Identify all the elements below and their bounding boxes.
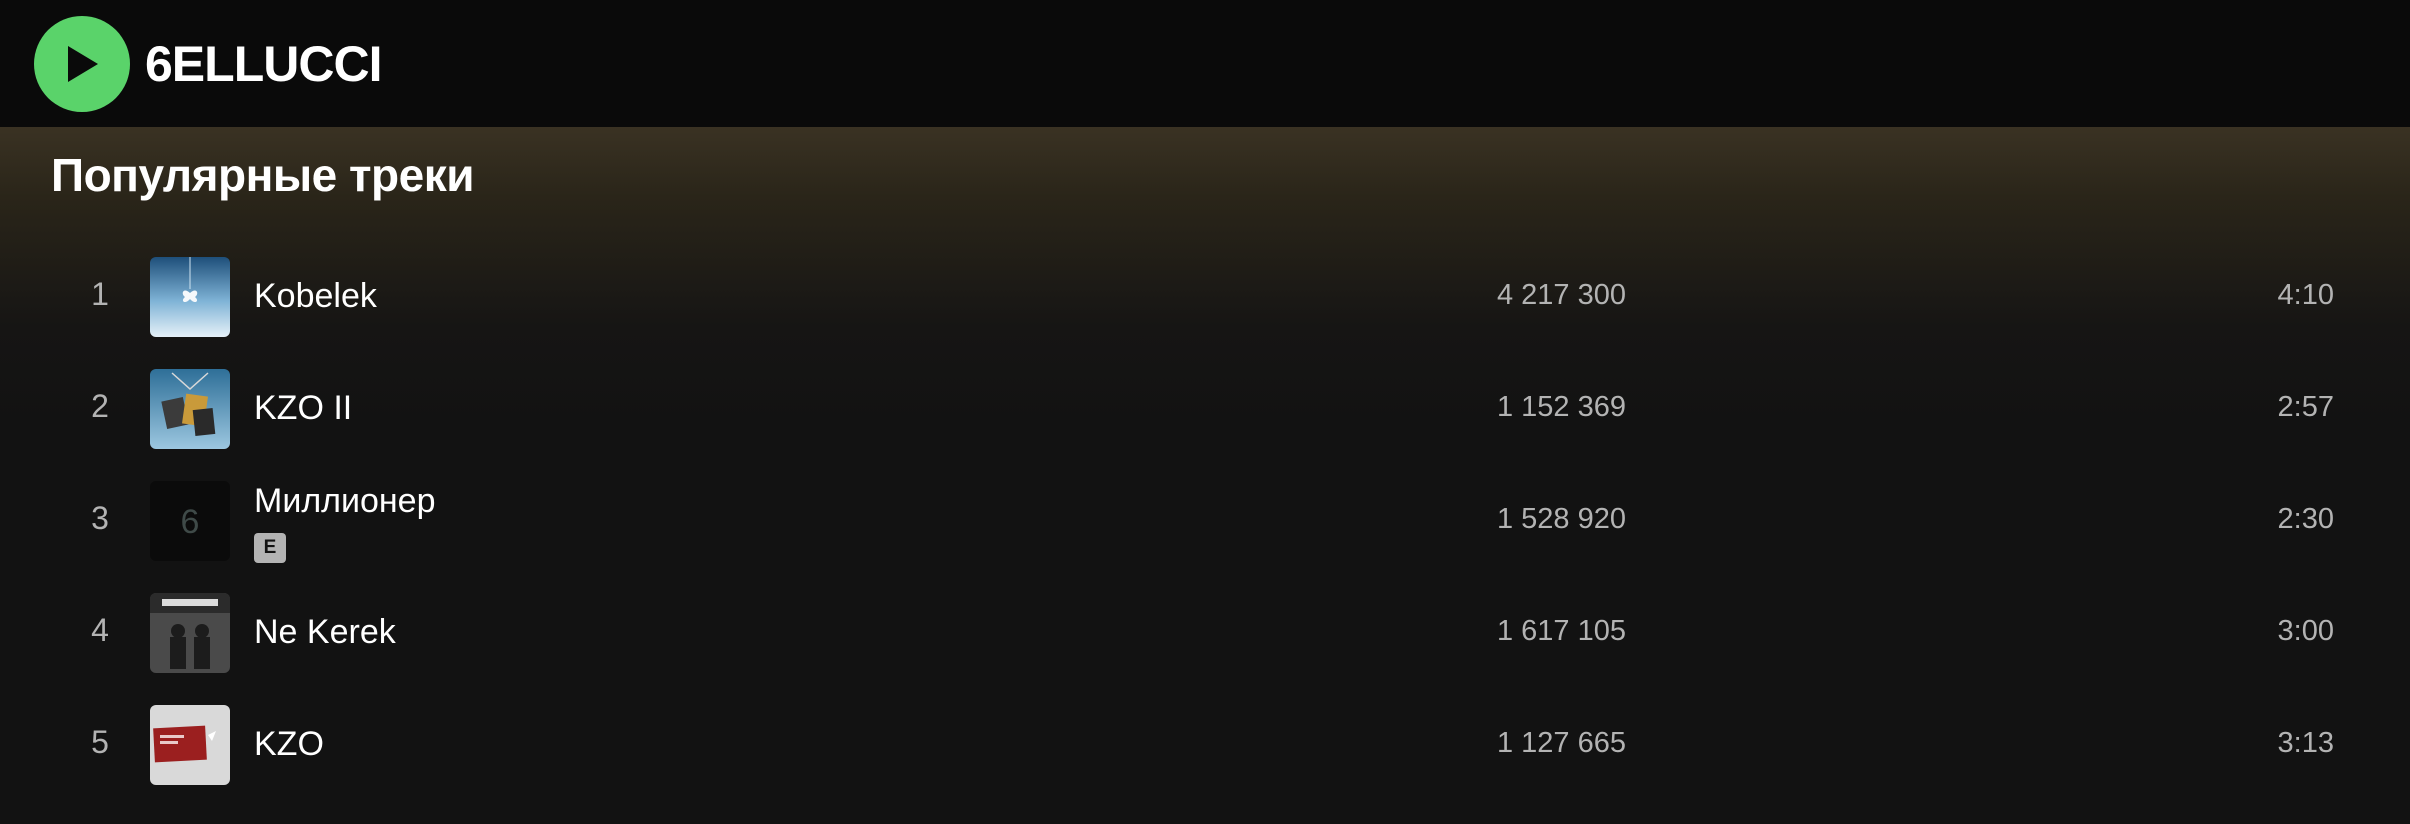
- track-duration: 3:13: [2277, 727, 2334, 759]
- track-title: KZO II: [254, 389, 353, 427]
- track-cover: [150, 257, 230, 337]
- track-duration: 2:57: [2277, 391, 2334, 423]
- artist-name: 6ELLUCCI: [145, 36, 382, 92]
- play-button[interactable]: [34, 16, 130, 112]
- track-plays: 1 528 920: [1496, 503, 1626, 535]
- track-duration: 3:00: [2277, 615, 2334, 647]
- track-plays: 4 217 300: [1496, 279, 1626, 311]
- explicit-badge: E: [254, 533, 286, 563]
- track-plays: 1 152 369: [1496, 391, 1626, 423]
- track-number: 1: [91, 276, 109, 312]
- track-cover: [150, 593, 230, 673]
- track-title: Миллионер: [254, 482, 436, 520]
- track-duration: 4:10: [2277, 279, 2334, 311]
- popular-tracks-section: Популярные треки 1 Kobelek 4 217 300 4:1…: [0, 127, 2410, 824]
- track-row[interactable]: 4 Ne Kerek 1 617 105 3:00: [0, 580, 2410, 684]
- track-number: 2: [91, 388, 109, 424]
- track-number: 5: [91, 724, 109, 760]
- track-plays: 1 127 665: [1496, 727, 1626, 759]
- track-cover: 6: [150, 481, 230, 561]
- track-plays: 1 617 105: [1496, 615, 1626, 647]
- track-number: 3: [91, 500, 109, 536]
- track-title: KZO: [254, 725, 324, 763]
- svg-text:6: 6: [181, 503, 200, 541]
- track-row[interactable]: 2 KZO II 1 152 369 2:57: [0, 356, 2410, 460]
- track-row[interactable]: 3 6 Миллионер E 1 528 920 2:30: [0, 468, 2410, 572]
- artist-header: 6ELLUCCI: [0, 0, 2410, 127]
- track-number: 4: [91, 612, 109, 648]
- track-title: Kobelek: [254, 277, 377, 315]
- track-cover: [150, 369, 230, 449]
- play-icon: [68, 46, 98, 82]
- track-row[interactable]: 1 Kobelek 4 217 300 4:10: [0, 244, 2410, 348]
- track-duration: 2:30: [2277, 503, 2334, 535]
- track-cover: [150, 705, 230, 785]
- section-title: Популярные треки: [51, 149, 475, 201]
- track-row[interactable]: 5 KZO 1 127 665 3:13: [0, 692, 2410, 796]
- track-title: Ne Kerek: [254, 613, 396, 651]
